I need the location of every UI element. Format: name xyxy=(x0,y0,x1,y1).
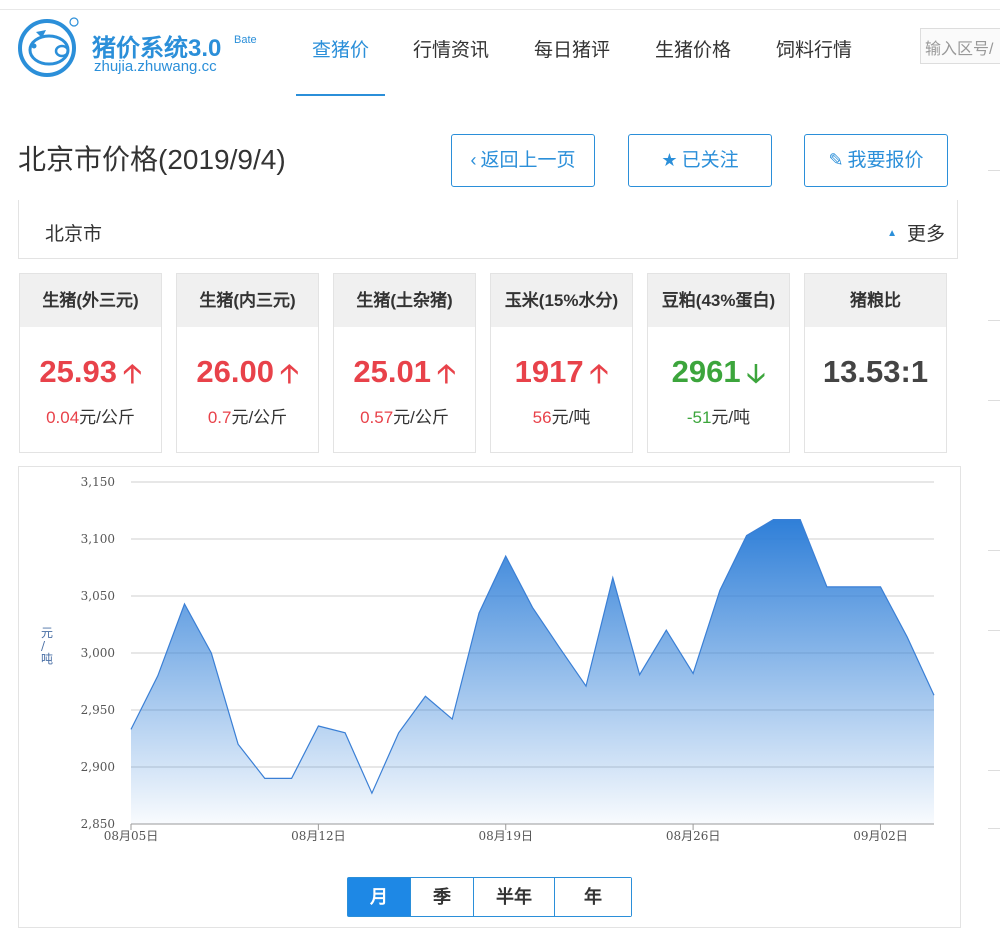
price-card[interactable]: 玉米(15%水分) 1917 🡡 56元/吨 xyxy=(490,273,633,453)
period-half-year[interactable]: 半年 xyxy=(474,878,555,916)
change-value: 0.04 xyxy=(46,408,80,427)
series-area xyxy=(131,519,934,824)
nav-item-feed-market[interactable]: 饲料行情 xyxy=(771,18,857,96)
card-price: 1917 🡡 xyxy=(491,354,632,399)
price-card[interactable]: 生猪(外三元) 25.93 🡡 0.04元/公斤 xyxy=(19,273,162,453)
back-button[interactable]: ‹ 返回上一页 xyxy=(451,134,595,187)
card-title: 生猪(土杂猪) xyxy=(334,274,475,327)
card-price: 25.93 🡡 xyxy=(20,354,161,399)
search-input[interactable]: 输入区号/ xyxy=(920,28,1000,64)
chart-svg: 3,1503,1003,0503,0002,9502,9002,85008月05… xyxy=(81,475,935,843)
edge-divider xyxy=(988,630,1000,631)
y-tick-label: 3,100 xyxy=(81,532,115,546)
price-value: 25.93 xyxy=(39,354,117,389)
edge-divider xyxy=(988,400,1000,401)
card-title: 玉米(15%水分) xyxy=(491,274,632,327)
x-tick-label: 08月26日 xyxy=(666,829,721,843)
price-chart: 3,150 3,100 3,050 3,000 2,950 2,900 2,850 08月05… xyxy=(18,466,961,928)
top-divider xyxy=(0,9,1000,10)
price-value: 2961 xyxy=(671,354,741,389)
star-icon: ★ xyxy=(661,150,678,170)
edge-divider xyxy=(988,170,1000,171)
edge-divider xyxy=(988,320,1000,321)
change-unit: 元/吨 xyxy=(711,408,751,427)
y-tick-label: 2,900 xyxy=(81,760,115,774)
price-card[interactable]: 生猪(土杂猪) 25.01 🡡 0.57元/公斤 xyxy=(333,273,476,453)
follow-button[interactable]: ★ 已关注 xyxy=(628,134,772,187)
period-selector: 月 季 半年 年 xyxy=(347,877,632,917)
more-button[interactable]: ▲ 更多 xyxy=(887,219,945,246)
arrow-up-icon: 🡡 xyxy=(436,358,456,388)
card-change: 0.57元/公斤 xyxy=(334,403,475,428)
x-tick-label: 08月12日 xyxy=(291,829,346,843)
change-value: -51 xyxy=(686,408,712,427)
card-price: 2961 🡣 xyxy=(648,354,789,399)
price-value: 1917 xyxy=(514,354,584,389)
x-tick-label: 08月05日 xyxy=(104,829,159,843)
chevron-left-icon: ‹ xyxy=(470,150,477,170)
card-change: 0.7元/公斤 xyxy=(177,403,318,428)
nav-item-check-price[interactable]: 查猪价 xyxy=(296,18,385,96)
price-value: 13.53:1 xyxy=(822,354,929,389)
card-change: 56元/吨 xyxy=(491,403,632,428)
arrow-up-icon: 🡡 xyxy=(589,358,609,388)
card-title: 猪粮比 xyxy=(805,274,946,327)
report-price-button[interactable]: ✎ 我要报价 xyxy=(804,134,948,187)
y-tick-label: 3,000 xyxy=(81,646,115,660)
card-title: 生猪(内三元) xyxy=(177,274,318,327)
card-change: 0.04元/公斤 xyxy=(20,403,161,428)
price-card[interactable]: 生猪(内三元) 26.00 🡡 0.7元/公斤 xyxy=(176,273,319,453)
y-tick-label: 2,950 xyxy=(81,703,115,717)
y-axis-label: 元/吨 xyxy=(41,626,54,666)
change-unit: 元/吨 xyxy=(551,408,591,427)
change-unit: 元/公斤 xyxy=(393,408,449,427)
city-bar: 北京市 ▲ 更多 xyxy=(18,200,958,259)
x-tick-label: 08月19日 xyxy=(478,829,533,843)
card-price: 26.00 🡡 xyxy=(177,354,318,399)
price-card-selected[interactable]: 豆粕(43%蛋白) 2961 🡣 -51元/吨 xyxy=(647,273,790,453)
y-tick-label: 3,150 xyxy=(81,475,115,489)
chart-area xyxy=(130,519,935,824)
page-title: 北京市价格(2019/9/4) xyxy=(18,144,286,175)
arrow-up-icon: 🡡 xyxy=(279,358,299,388)
change-value: 0.57 xyxy=(360,408,394,427)
card-change: -51元/吨 xyxy=(648,403,789,428)
logo-version: Bate xyxy=(234,34,257,46)
triangle-up-icon: ▲ xyxy=(887,228,897,239)
change-value: 56 xyxy=(532,408,552,427)
edit-icon: ✎ xyxy=(828,150,844,170)
price-value: 26.00 xyxy=(196,354,274,389)
card-price: 25.01 🡡 xyxy=(334,354,475,399)
logo-url: zhujia.zhuwang.cc xyxy=(94,58,217,75)
x-tick-label: 09月02日 xyxy=(853,829,908,843)
arrow-down-icon: 🡣 xyxy=(746,358,766,388)
nav-item-hog-price[interactable]: 生猪价格 xyxy=(650,18,736,96)
edge-divider xyxy=(988,828,1000,829)
more-button-label: 更多 xyxy=(906,224,945,245)
nav-item-market-news[interactable]: 行情资讯 xyxy=(409,18,493,96)
card-price: 13.53:1 xyxy=(805,354,946,390)
period-year[interactable]: 年 xyxy=(555,878,631,916)
change-value: 0.7 xyxy=(207,408,232,427)
edge-divider xyxy=(988,770,1000,771)
period-quarter[interactable]: 季 xyxy=(411,878,474,916)
follow-button-label: 已关注 xyxy=(681,150,739,171)
pig-logo-icon xyxy=(18,17,79,77)
card-title: 生猪(外三元) xyxy=(20,274,161,327)
back-button-label: 返回上一页 xyxy=(480,150,576,171)
report-price-button-label: 我要报价 xyxy=(847,150,924,171)
period-month[interactable]: 月 xyxy=(348,878,411,916)
site-logo[interactable]: 猪价系统3.0 Bate zhujia.zhuwang.cc xyxy=(16,16,286,78)
edge-divider xyxy=(988,550,1000,551)
change-unit: 元/公斤 xyxy=(79,408,135,427)
card-title: 豆粕(43%蛋白) xyxy=(648,274,789,327)
price-card[interactable]: 猪粮比 13.53:1 xyxy=(804,273,947,453)
arrow-up-icon: 🡡 xyxy=(122,358,142,388)
city-name: 北京市 xyxy=(45,224,103,245)
change-unit: 元/公斤 xyxy=(231,408,288,427)
nav-item-daily-review[interactable]: 每日猪评 xyxy=(529,18,615,96)
y-tick-label: 3,050 xyxy=(81,589,115,603)
price-value: 25.01 xyxy=(353,354,431,389)
